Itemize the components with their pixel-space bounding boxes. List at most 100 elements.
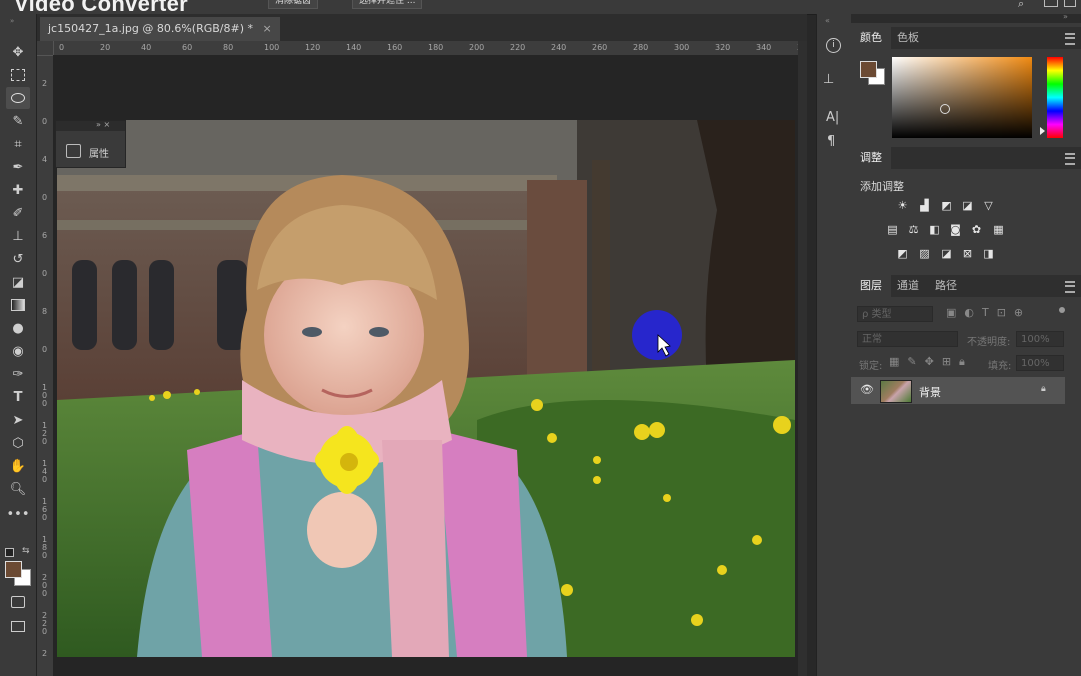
quick-mask-icon[interactable] bbox=[6, 591, 30, 613]
eraser-tool-icon[interactable]: ◪ bbox=[6, 271, 30, 293]
panel-icon-strip: « i ⊥ A| ¶ bbox=[816, 14, 852, 676]
ruler-tick-label: 140 bbox=[346, 43, 362, 52]
move-tool-icon[interactable]: ✥ bbox=[6, 41, 30, 63]
document-tab-bar: jc150427_1a.jpg @ 80.6%(RGB/8#) * × bbox=[37, 14, 807, 41]
options-bar: Video Converter 消除锯齿 选择并遮住 ... ⌕ bbox=[0, 0, 1081, 15]
clone-stamp-tool-icon[interactable]: ⊥ bbox=[6, 225, 30, 247]
color-spectrum-field[interactable] bbox=[892, 57, 1032, 138]
black-white-icon[interactable]: ◧ bbox=[927, 224, 942, 236]
ruler-tick-label: 1 6 0 bbox=[42, 497, 48, 522]
adjustments-menu-icon[interactable] bbox=[1065, 153, 1075, 165]
marquee-tool-icon[interactable] bbox=[6, 64, 30, 86]
dodge-tool-icon[interactable]: ◉ bbox=[6, 340, 30, 362]
tab-paths[interactable]: 路径 bbox=[926, 275, 966, 297]
zoom-tool-icon[interactable]: 🔍︎ bbox=[6, 478, 30, 500]
workspace-icon[interactable] bbox=[1044, 0, 1058, 7]
screen-mode-icon[interactable] bbox=[6, 615, 30, 637]
posterize-icon[interactable]: ▨ bbox=[917, 248, 932, 260]
ruler-tick-label: 100 bbox=[264, 43, 280, 52]
ruler-tick-label: 1 8 0 bbox=[42, 535, 48, 560]
color-panel-menu-icon[interactable] bbox=[1065, 33, 1075, 45]
lock-label: 锁定: bbox=[859, 361, 883, 372]
foreground-color-swatch[interactable] bbox=[5, 561, 22, 578]
anti-alias-button[interactable]: 消除锯齿 bbox=[268, 0, 319, 9]
tab-layers[interactable]: 图层 bbox=[851, 275, 891, 297]
pen-tool-icon[interactable]: ✑ bbox=[6, 363, 30, 385]
photo-illustration bbox=[57, 120, 795, 657]
selective-color-icon[interactable]: ⊠ bbox=[960, 248, 975, 260]
select-and-mask-button[interactable]: 选择并遮住 ... bbox=[352, 0, 423, 9]
crop-tool-icon[interactable]: ⌗ bbox=[6, 133, 30, 155]
layer-filter-select[interactable]: ρ 类型 bbox=[857, 306, 933, 322]
blur-tool-icon[interactable]: ● bbox=[6, 317, 30, 339]
collapse-panels-icon[interactable]: » bbox=[1063, 12, 1068, 21]
color-picker-handle[interactable] bbox=[940, 104, 950, 114]
paragraph-icon[interactable]: ¶ bbox=[827, 134, 835, 149]
type-tool-icon[interactable]: T bbox=[6, 386, 30, 408]
brush-tool-icon[interactable]: ✐ bbox=[6, 202, 30, 224]
tab-swatches[interactable]: 色板 bbox=[888, 27, 928, 49]
ruler-tick-label: 8 bbox=[42, 307, 48, 316]
fill-input[interactable]: 100% bbox=[1016, 355, 1064, 371]
search-icon[interactable]: ⌕ bbox=[1018, 0, 1024, 11]
tab-adjustments[interactable]: 调整 bbox=[851, 147, 891, 169]
more-tools-icon[interactable]: ••• bbox=[6, 503, 30, 525]
filter-toggle-icon[interactable] bbox=[1059, 307, 1065, 313]
close-tab-icon[interactable]: × bbox=[263, 22, 272, 35]
brightness-contrast-icon[interactable]: ☀ bbox=[895, 200, 910, 212]
eyedropper-tool-icon[interactable]: ✒ bbox=[6, 156, 30, 178]
ruler-tick-label: 0 bbox=[42, 117, 48, 126]
character-icon[interactable]: A| bbox=[826, 110, 839, 125]
photo-filter-icon[interactable]: ◙ bbox=[948, 224, 963, 236]
opacity-input[interactable]: 100% bbox=[1016, 331, 1064, 347]
channel-mixer-icon[interactable]: ✿ bbox=[969, 224, 984, 236]
properties-header-icons[interactable]: » × bbox=[96, 120, 110, 129]
layers-panel-menu-icon[interactable] bbox=[1065, 281, 1075, 293]
tab-channels[interactable]: 通道 bbox=[888, 275, 928, 297]
layer-thumbnail[interactable] bbox=[880, 380, 912, 403]
ruler-tick-label: 80 bbox=[223, 43, 234, 52]
collapse-strip-icon[interactable]: « bbox=[825, 16, 830, 25]
blend-mode-select[interactable]: 正常 bbox=[857, 331, 958, 347]
clone-source-icon[interactable]: ⊥ bbox=[823, 72, 834, 87]
exposure-icon[interactable]: ◪ bbox=[960, 200, 975, 212]
layer-filter-icons[interactable]: ▣◐T⊡⊕ bbox=[946, 306, 1031, 319]
lasso-tool-icon[interactable] bbox=[6, 87, 30, 109]
gradient-map-icon[interactable]: ◨ bbox=[981, 248, 996, 260]
properties-label[interactable]: 属性 bbox=[89, 145, 109, 160]
right-panels: » 颜色 色板 调整 添加调整 ☀ ▟ ◩ ◪ ▽ ▤ ⚖ ◧ ◙ ✿ ▦ ◩ … bbox=[851, 12, 1081, 676]
document-tab[interactable]: jc150427_1a.jpg @ 80.6%(RGB/8#) * × bbox=[40, 17, 280, 41]
layer-name[interactable]: 背景 bbox=[919, 384, 941, 400]
color-panel-tabs: 颜色 色板 bbox=[851, 27, 1081, 49]
share-icon[interactable] bbox=[1064, 0, 1076, 7]
invert-icon[interactable]: ◩ bbox=[895, 248, 910, 260]
quick-select-tool-icon[interactable]: ✎ bbox=[6, 110, 30, 132]
path-select-tool-icon[interactable]: ➤ bbox=[6, 409, 30, 431]
tab-color[interactable]: 颜色 bbox=[851, 27, 891, 49]
threshold-icon[interactable]: ◪ bbox=[939, 248, 954, 260]
color-panel-fg-swatch[interactable] bbox=[860, 61, 877, 78]
color-balance-icon[interactable]: ⚖ bbox=[906, 224, 921, 236]
levels-icon[interactable]: ▟ bbox=[917, 200, 932, 212]
layer-row[interactable]: 👁︎ 背景 🔒︎ bbox=[851, 377, 1065, 404]
info-icon[interactable]: i bbox=[826, 38, 841, 53]
color-lookup-icon[interactable]: ▦ bbox=[991, 224, 1006, 236]
history-brush-tool-icon[interactable]: ↺ bbox=[6, 248, 30, 270]
hue-saturation-icon[interactable]: ▤ bbox=[885, 224, 900, 236]
gradient-tool-icon[interactable] bbox=[6, 294, 30, 316]
default-colors-icon[interactable] bbox=[5, 548, 14, 557]
lock-icons[interactable]: ▦✎✥⊞🔒︎ bbox=[889, 355, 973, 369]
hue-slider[interactable] bbox=[1047, 57, 1063, 138]
healing-brush-tool-icon[interactable]: ✚ bbox=[6, 179, 30, 201]
hue-slider-handle[interactable] bbox=[1040, 127, 1045, 135]
properties-icon[interactable] bbox=[66, 144, 81, 158]
curves-icon[interactable]: ◩ bbox=[939, 200, 954, 212]
vibrance-icon[interactable]: ▽ bbox=[981, 200, 996, 212]
collapse-toolbar-icon[interactable]: » bbox=[10, 17, 14, 25]
hand-tool-icon[interactable]: ✋ bbox=[6, 455, 30, 477]
layer-visibility-eye-icon[interactable]: 👁︎ bbox=[860, 383, 874, 396]
shape-tool-icon[interactable]: ⬡ bbox=[6, 432, 30, 454]
photo-image[interactable] bbox=[57, 120, 795, 657]
swap-colors-icon[interactable]: ⇆ bbox=[22, 546, 30, 556]
vertical-scrollbar[interactable] bbox=[798, 41, 807, 676]
